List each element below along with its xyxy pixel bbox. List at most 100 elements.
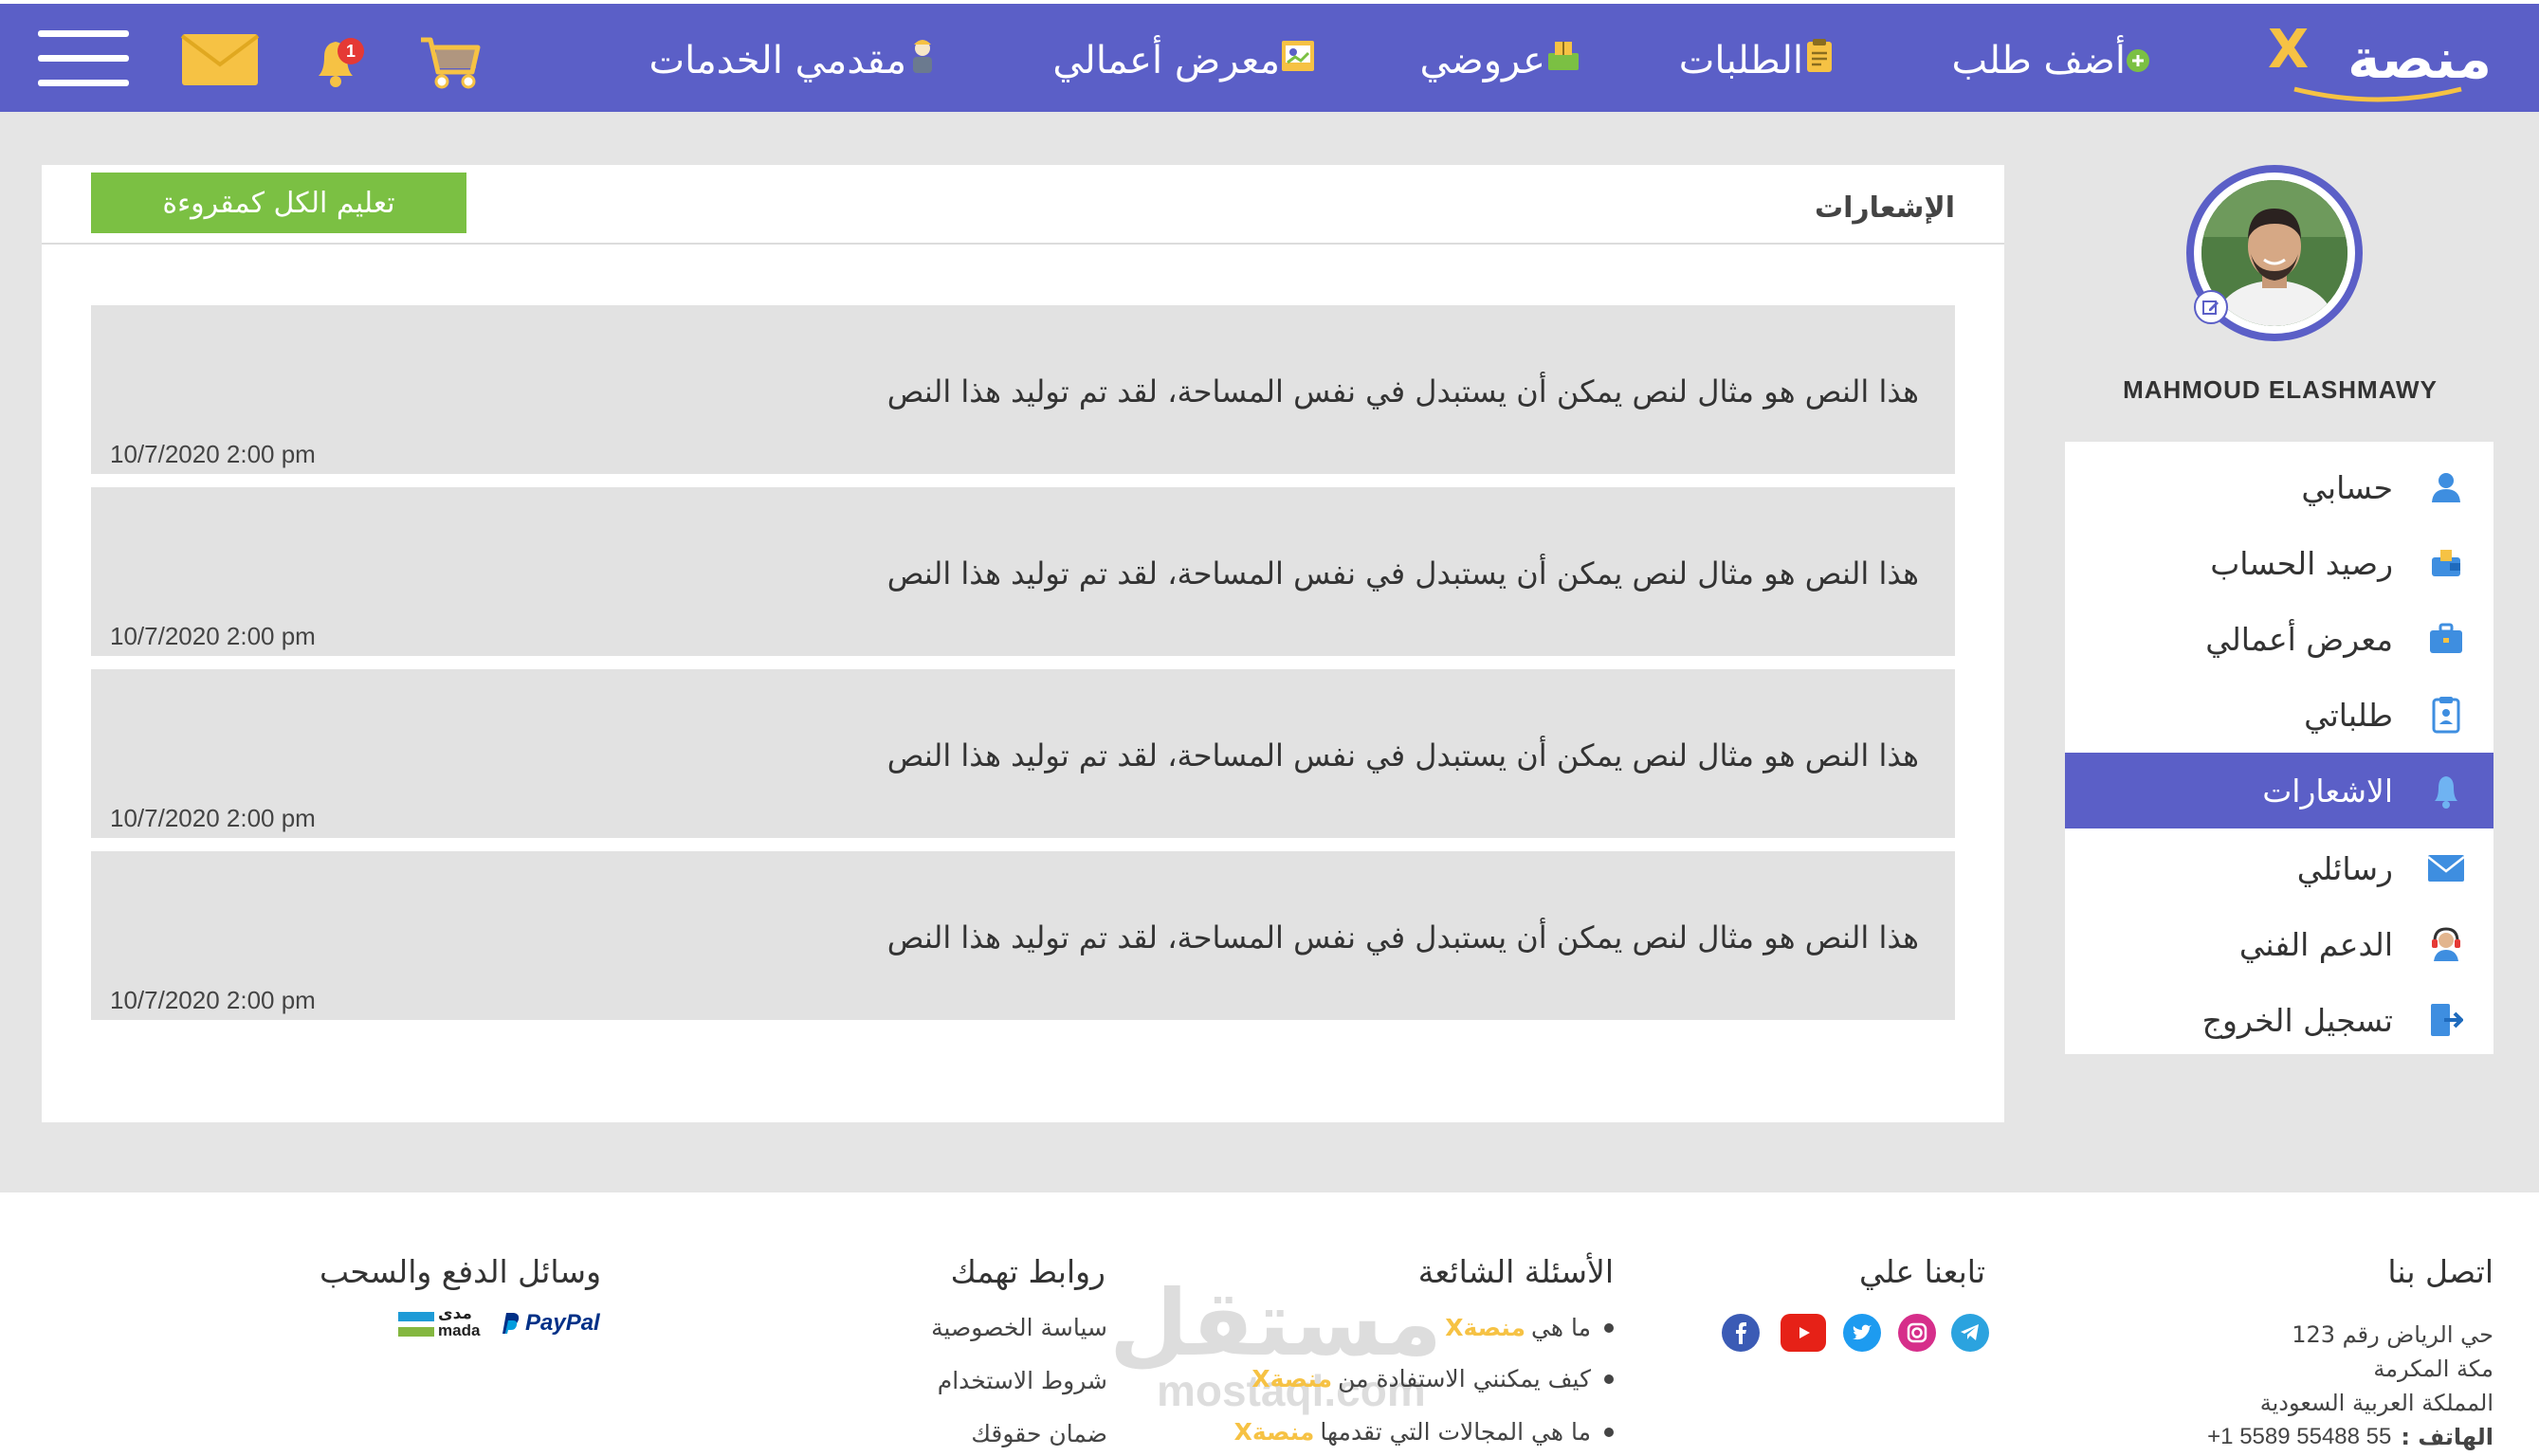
footer-phone: الهاتف : +1 5589 55488 55 bbox=[2207, 1424, 2493, 1450]
mada-arabic: مدى bbox=[438, 1304, 472, 1323]
notification-item[interactable]: هذا النص هو مثال لنص يمكن أن يستبدل في ن… bbox=[91, 305, 1955, 474]
footer-faq-title: الأسئلة الشائعة bbox=[1417, 1253, 1614, 1290]
nav-portfolio-label: معرض أعمالي bbox=[1052, 39, 1280, 82]
plus-circle-icon bbox=[2126, 39, 2150, 82]
clipboard-icon bbox=[2425, 694, 2467, 736]
logout-icon bbox=[2425, 999, 2467, 1041]
footer-address-line-2: مكة المكرمة bbox=[2373, 1356, 2493, 1382]
sidebar-item-support[interactable]: الدعم الفني bbox=[2065, 906, 2493, 982]
paypal-icon bbox=[502, 1313, 520, 1334]
mark-all-read-button[interactable]: تعليم الكل كمقروءة bbox=[91, 173, 466, 233]
notification-time: 10/7/2020 2:00 pm bbox=[110, 986, 316, 1014]
envelope-icon[interactable] bbox=[180, 32, 260, 87]
sidebar-item-my-account[interactable]: حسابي bbox=[2065, 449, 2493, 525]
footer bbox=[0, 1192, 2539, 1456]
mada-stripe-blue bbox=[398, 1312, 434, 1321]
brand-logo[interactable]: منصة X bbox=[2264, 13, 2492, 108]
footer-address-line-3: المملكة العربية السعودية bbox=[2259, 1390, 2493, 1416]
faq-item-text: ما هي المجالات التي تقدمها bbox=[1320, 1418, 1591, 1446]
sidebar-item-label: حسابي bbox=[2301, 468, 2393, 506]
footer-payments-title: وسائل الدفع والسحب bbox=[320, 1253, 601, 1290]
sidebar-item-label: معرض أعمالي bbox=[2205, 620, 2393, 658]
facebook-icon[interactable] bbox=[1722, 1314, 1760, 1352]
notification-count-badge: 1 bbox=[338, 38, 364, 64]
mada-logo: مدى mada bbox=[398, 1304, 485, 1342]
hamburger-menu-icon[interactable] bbox=[38, 27, 129, 89]
notifications-title: الإشعارات bbox=[1814, 191, 1955, 225]
footer-contact-title: اتصل بنا bbox=[2387, 1253, 2493, 1290]
sidebar-menu: حسابي رصيد الحساب معرض أعمالي طلباتي الا… bbox=[2065, 442, 2493, 1054]
cart-icon[interactable] bbox=[417, 32, 484, 91]
sidebar-item-label: تسجيل الخروج bbox=[2201, 1001, 2393, 1039]
mada-stripe-green bbox=[398, 1327, 434, 1337]
bullet-icon bbox=[1604, 1374, 1614, 1384]
notification-time: 10/7/2020 2:00 pm bbox=[110, 440, 316, 468]
faq-item-brand: منصةX bbox=[1445, 1314, 1526, 1341]
notification-item[interactable]: هذا النص هو مثال لنص يمكن أن يستبدل في ن… bbox=[91, 851, 1955, 1020]
nav-portfolio[interactable]: معرض أعمالي bbox=[1052, 32, 1316, 89]
faq-item[interactable]: ما هي منصةX bbox=[1445, 1314, 1614, 1341]
footer-address-line-1: حي الرياض رقم 123 bbox=[2292, 1321, 2493, 1348]
sidebar-item-label: الدعم الفني bbox=[2238, 925, 2393, 963]
notification-item[interactable]: هذا النص هو مثال لنص يمكن أن يستبدل في ن… bbox=[91, 669, 1955, 838]
sidebar-item-my-requests[interactable]: طلباتي bbox=[2065, 677, 2493, 753]
twitter-icon[interactable] bbox=[1843, 1314, 1881, 1352]
nav-offers-label: عروضي bbox=[1419, 39, 1545, 82]
worker-icon bbox=[906, 37, 939, 84]
nav-add-request-label: أضف طلب bbox=[1951, 39, 2126, 82]
sidebar-item-messages[interactable]: رسائلي bbox=[2065, 830, 2493, 906]
requests-icon bbox=[1803, 38, 1836, 83]
notification-time: 10/7/2020 2:00 pm bbox=[110, 622, 316, 650]
nav-requests[interactable]: الطلبات bbox=[1679, 32, 1836, 89]
sidebar-item-portfolio[interactable]: معرض أعمالي bbox=[2065, 601, 2493, 677]
sidebar-item-account-balance[interactable]: رصيد الحساب bbox=[2065, 525, 2493, 601]
brand-name: منصة bbox=[2347, 27, 2492, 91]
faq-item[interactable]: كيف يمكنني الاستفادة من منصةX bbox=[1251, 1365, 1614, 1392]
offers-icon bbox=[1545, 38, 1581, 83]
nav-service-providers[interactable]: مقدمي الخدمات bbox=[648, 32, 939, 89]
youtube-icon[interactable] bbox=[1781, 1314, 1826, 1352]
sidebar-item-label: رصيد الحساب bbox=[2210, 544, 2393, 582]
sidebar-item-label: الاشعارات bbox=[2262, 772, 2393, 810]
paypal-logo: PayPal bbox=[499, 1310, 600, 1337]
sidebar-item-notifications[interactable]: الاشعارات bbox=[2065, 753, 2493, 828]
footer-link-rights[interactable]: ضمان حقوقك bbox=[971, 1420, 1107, 1447]
top-navigation-bar: منصة X أضف طلب الطلبات عروضي معرض أعمالي bbox=[0, 0, 2539, 112]
wallet-icon bbox=[2425, 542, 2467, 584]
profile-name: MAHMOUD ELASHMAWY bbox=[2123, 375, 2438, 404]
notifications-panel: الإشعارات تعليم الكل كمقروءة هذا النص هو… bbox=[42, 165, 2004, 1122]
bullet-icon bbox=[1604, 1427, 1614, 1437]
bullet-icon bbox=[1604, 1322, 1614, 1333]
faq-item-text: ما هي bbox=[1531, 1314, 1591, 1341]
notification-item[interactable]: هذا النص هو مثال لنص يمكن أن يستبدل في ن… bbox=[91, 487, 1955, 656]
footer-link-privacy[interactable]: سياسة الخصوصية bbox=[931, 1314, 1107, 1341]
nav-offers[interactable]: عروضي bbox=[1419, 32, 1581, 89]
notifications-panel-header: الإشعارات تعليم الكل كمقروءة bbox=[42, 165, 2004, 245]
notification-time: 10/7/2020 2:00 pm bbox=[110, 804, 316, 832]
logo-swoosh-icon bbox=[2293, 86, 2462, 102]
telegram-icon[interactable] bbox=[1951, 1314, 1989, 1352]
faq-item-brand: منصةX bbox=[1233, 1418, 1315, 1446]
faq-item-text: كيف يمكنني الاستفادة من bbox=[1338, 1365, 1591, 1392]
paypal-label: PayPal bbox=[525, 1310, 600, 1336]
briefcase-icon bbox=[2425, 618, 2467, 660]
notification-text: هذا النص هو مثال لنص يمكن أن يستبدل في ن… bbox=[886, 373, 1919, 410]
headset-icon bbox=[2425, 923, 2467, 965]
edit-avatar-icon[interactable] bbox=[2194, 290, 2228, 324]
nav-requests-label: الطلبات bbox=[1678, 39, 1803, 82]
instagram-icon[interactable] bbox=[1898, 1314, 1936, 1352]
portfolio-icon bbox=[1280, 38, 1316, 83]
faq-item-brand: منصةX bbox=[1251, 1365, 1333, 1392]
footer-phone-label: الهاتف : bbox=[2401, 1424, 2493, 1450]
sidebar-item-label: طلباتي bbox=[2304, 696, 2393, 734]
footer-link-terms[interactable]: شروط الاستخدام bbox=[938, 1367, 1107, 1394]
bell-icon bbox=[2425, 770, 2467, 811]
sidebar-item-logout[interactable]: تسجيل الخروج bbox=[2065, 982, 2493, 1058]
brand-x-letter: X bbox=[2268, 19, 2310, 81]
footer-links-title: روابط تهمك bbox=[950, 1253, 1105, 1290]
notification-text: هذا النص هو مثال لنص يمكن أن يستبدل في ن… bbox=[886, 555, 1919, 592]
faq-item[interactable]: ما هي المجالات التي تقدمها منصةX bbox=[1234, 1418, 1614, 1446]
footer-follow-title: تابعنا علي bbox=[1859, 1253, 1985, 1290]
nav-service-providers-label: مقدمي الخدمات bbox=[648, 39, 906, 82]
nav-add-request[interactable]: أضف طلب bbox=[1951, 32, 2150, 89]
